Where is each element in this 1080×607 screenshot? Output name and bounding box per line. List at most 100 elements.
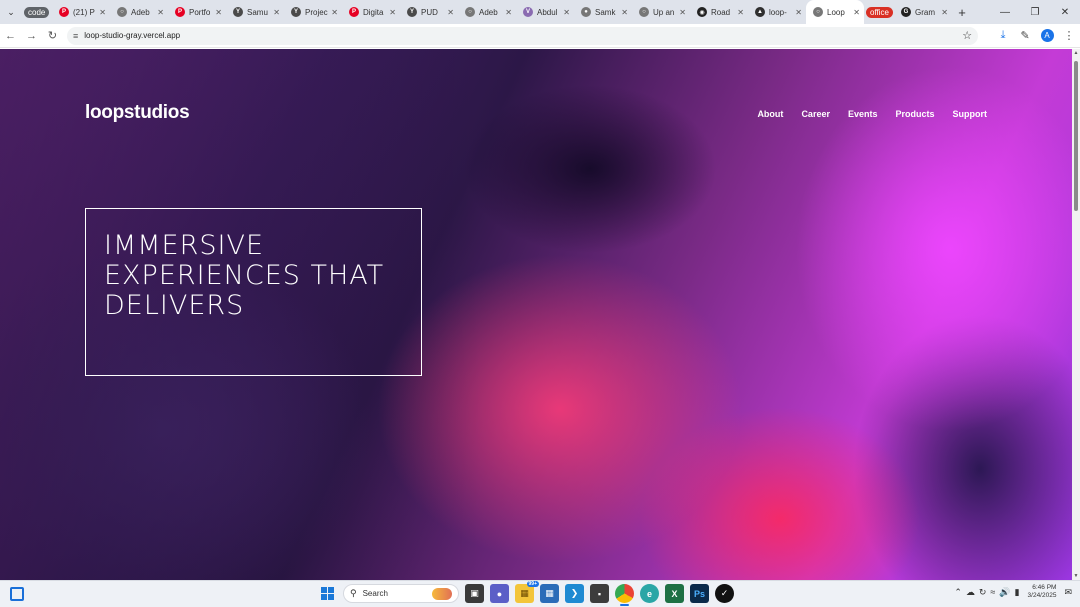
tab-pinterest-1[interactable]: P (21) P ✕: [52, 0, 110, 24]
site-info-icon[interactable]: ≡: [73, 31, 78, 41]
tab-portfolio[interactable]: P Portfo ✕: [168, 0, 226, 24]
photoshop-icon[interactable]: Ps: [690, 584, 709, 603]
tab-group-label: code: [24, 6, 50, 18]
cloud-icon[interactable]: ☁: [966, 587, 975, 598]
forward-arrow-icon[interactable]: →: [21, 25, 42, 47]
tab-close-icon[interactable]: ✕: [853, 8, 860, 17]
scrollbar-thumb[interactable]: [1074, 61, 1078, 211]
site-logo[interactable]: loopstudios: [85, 102, 190, 124]
tab-close-icon[interactable]: ✕: [621, 8, 628, 17]
volume-icon[interactable]: 🔊: [999, 587, 1010, 598]
bookmark-star-icon[interactable]: ☆: [962, 29, 972, 42]
extensions-puzzle-icon[interactable]: ✎: [1014, 25, 1036, 47]
tab-close-icon[interactable]: ✕: [215, 8, 222, 17]
new-tab-plus-icon[interactable]: +: [952, 5, 972, 20]
tab-loop-active[interactable]: ○ Loop ✕: [806, 0, 864, 24]
tab-digita[interactable]: P Digita ✕: [342, 0, 400, 24]
profile-avatar[interactable]: A: [1036, 25, 1058, 47]
clock-time: 6:46 PM: [1032, 584, 1057, 591]
back-arrow-icon[interactable]: ←: [0, 25, 21, 47]
tab-pud[interactable]: Y PUD ✕: [400, 0, 458, 24]
address-url[interactable]: loop-studio-gray.vercel.app: [84, 31, 962, 40]
app-circle-icon[interactable]: ✓: [715, 584, 734, 603]
tab-close-icon[interactable]: ✕: [157, 8, 164, 17]
start-windows-icon[interactable]: [318, 584, 337, 603]
chrome-icon[interactable]: [615, 584, 634, 606]
clock-date: 3/24/2025: [1027, 592, 1057, 599]
tab-adeb-2[interactable]: ○ Adeb ✕: [458, 0, 516, 24]
tab-samu[interactable]: Y Samu ✕: [226, 0, 284, 24]
tab-group-code[interactable]: code: [22, 0, 52, 24]
edge-icon[interactable]: e: [640, 584, 659, 603]
tab-list: code P (21) P ✕ ○ Adeb ✕ P Portfo ✕ Y Sa…: [22, 0, 972, 24]
tab-close-icon[interactable]: ✕: [389, 8, 396, 17]
tab-loop-vercel[interactable]: ▲ loop- ✕: [748, 0, 806, 24]
file-explorer-icon[interactable]: ▦ 99+: [515, 581, 539, 603]
taskbar-clock[interactable]: 6:46 PM 3/24/2025: [1028, 584, 1057, 600]
scroll-down-arrow-icon[interactable]: ▼: [1072, 573, 1080, 579]
tab-group-office[interactable]: office: [864, 0, 894, 24]
sync-icon[interactable]: ↻: [979, 587, 987, 598]
nav-link-about[interactable]: About: [757, 109, 783, 119]
tab-close-icon[interactable]: ✕: [679, 8, 686, 17]
tab-label: Projec: [305, 7, 328, 17]
tab-road[interactable]: ◉ Road ✕: [690, 0, 748, 24]
browser-toolbar: ← → ↻ ≡ loop-studio-gray.vercel.app ☆ ⤓ …: [0, 24, 1080, 48]
teams-chat-icon[interactable]: ●: [490, 584, 509, 603]
wifi-icon[interactable]: ≈: [990, 587, 995, 597]
vscode-icon[interactable]: ❯: [565, 584, 584, 603]
tab-label: Abdul: [537, 7, 558, 17]
reload-icon[interactable]: ↻: [42, 25, 63, 47]
sticky-notes-icon[interactable]: ▪: [590, 584, 609, 603]
tab-label: (21) P: [73, 7, 95, 17]
system-tray: ⌃ ☁ ↻ ≈ 🔊 ▮ 6:46 PM 3/24/2025 ✉: [954, 584, 1072, 600]
tab-label: Samk: [595, 7, 616, 17]
tab-gram[interactable]: G Gram ✕: [894, 0, 952, 24]
tray-chevron-icon[interactable]: ⌃: [954, 587, 962, 598]
taskbar-search-label: Search: [362, 589, 388, 598]
excel-icon[interactable]: X: [665, 584, 684, 603]
tab-samk[interactable]: ● Samk ✕: [574, 0, 632, 24]
search-icon: ⚲: [350, 588, 357, 598]
nav-link-career[interactable]: Career: [801, 109, 830, 119]
tab-label: PUD: [421, 7, 438, 17]
restore-icon[interactable]: ❐: [1020, 0, 1050, 24]
nav-link-products[interactable]: Products: [895, 109, 934, 119]
microsoft-store-icon[interactable]: ▦: [540, 584, 559, 603]
tab-close-icon[interactable]: ✕: [795, 8, 802, 17]
tab-up-an[interactable]: ○ Up an ✕: [632, 0, 690, 24]
battery-icon[interactable]: ▮: [1015, 587, 1020, 598]
taskbar-search-box[interactable]: ⚲ Search: [343, 584, 459, 603]
browser-menu-icon[interactable]: ⋮: [1058, 25, 1080, 47]
tab-projec[interactable]: Y Projec ✕: [284, 0, 342, 24]
tab-close-icon[interactable]: ✕: [331, 8, 338, 17]
tab-close-icon[interactable]: ✕: [273, 8, 280, 17]
nav-link-events[interactable]: Events: [848, 109, 878, 119]
window-controls: — ❐ ✕: [990, 0, 1080, 24]
yt-icon: Y: [407, 7, 417, 17]
tab-close-icon[interactable]: ✕: [447, 8, 454, 17]
task-view-icon[interactable]: ▣: [465, 584, 484, 603]
tab-search-chevron-icon[interactable]: ⌄: [0, 1, 22, 23]
tab-close-icon[interactable]: ✕: [941, 8, 948, 17]
tab-adeb-1[interactable]: ○ Adeb ✕: [110, 0, 168, 24]
address-bar[interactable]: ≡ loop-studio-gray.vercel.app ☆: [66, 26, 979, 45]
download-icon[interactable]: ⤓: [992, 25, 1014, 47]
widgets-icon[interactable]: [10, 587, 24, 601]
page-scrollbar[interactable]: ▲ ▼: [1072, 49, 1080, 580]
tab-close-icon[interactable]: ✕: [737, 8, 744, 17]
minimize-icon[interactable]: —: [990, 0, 1020, 24]
notification-badge: 99+: [526, 581, 539, 587]
notification-bell-icon[interactable]: ✉: [1064, 587, 1072, 598]
tab-close-icon[interactable]: ✕: [99, 8, 106, 17]
globe-icon: ○: [639, 7, 649, 17]
tab-label: Gram: [915, 7, 935, 17]
site-navigation: About Career Events Products Support: [757, 109, 987, 119]
scroll-up-arrow-icon[interactable]: ▲: [1072, 50, 1080, 56]
tab-label: Road: [711, 7, 731, 17]
tab-close-icon[interactable]: ✕: [505, 8, 512, 17]
tab-abdul[interactable]: V Abdul ✕: [516, 0, 574, 24]
tab-close-icon[interactable]: ✕: [563, 8, 570, 17]
close-window-icon[interactable]: ✕: [1050, 0, 1080, 24]
nav-link-support[interactable]: Support: [953, 109, 988, 119]
